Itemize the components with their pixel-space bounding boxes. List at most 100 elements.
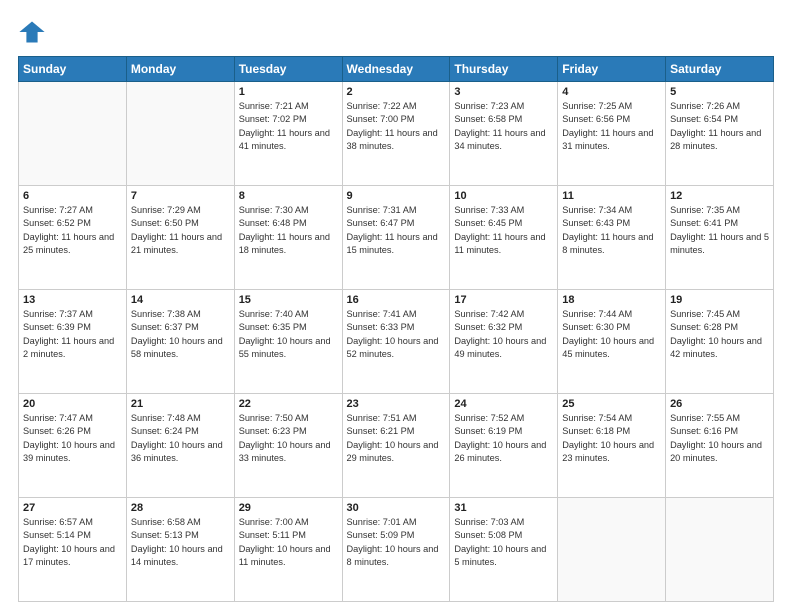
day-info: Sunrise: 7:21 AM Sunset: 7:02 PM Dayligh… (239, 100, 338, 153)
weekday-header-cell: Wednesday (342, 57, 450, 82)
day-number: 3 (454, 86, 553, 98)
day-info: Sunrise: 7:25 AM Sunset: 6:56 PM Dayligh… (562, 100, 661, 153)
day-number: 16 (347, 294, 446, 306)
day-info: Sunrise: 7:31 AM Sunset: 6:47 PM Dayligh… (347, 204, 446, 257)
weekday-header-cell: Tuesday (234, 57, 342, 82)
day-number: 7 (131, 190, 230, 202)
day-number: 14 (131, 294, 230, 306)
calendar-day-cell: 1Sunrise: 7:21 AM Sunset: 7:02 PM Daylig… (234, 82, 342, 186)
day-number: 27 (23, 502, 122, 514)
weekday-header-cell: Thursday (450, 57, 558, 82)
calendar-week-row: 27 Sunrise: 6:57 AM Sunset: 5:14 PM Dayli… (19, 498, 774, 602)
calendar-day-cell: 7 Sunrise: 7:29 AM Sunset: 6:50 PM Daylig… (126, 186, 234, 290)
day-number: 11 (562, 190, 661, 202)
calendar-day-cell: 24 Sunrise: 7:52 AM Sunset: 6:19 PM Dayli… (450, 394, 558, 498)
calendar-table: SundayMondayTuesdayWednesdayThursdayFrid… (18, 56, 774, 602)
calendar-day-cell: 8Sunrise: 7:30 AM Sunset: 6:48 PM Daylig… (234, 186, 342, 290)
day-info: Sunrise: 7:45 AM Sunset: 6:28 PM Dayligh… (670, 308, 769, 361)
day-info: Sunrise: 7:41 AM Sunset: 6:33 PM Dayligh… (347, 308, 446, 361)
calendar-week-row: 13 Sunrise: 7:37 AM Sunset: 6:39 PM Dayli… (19, 290, 774, 394)
day-info: Sunrise: 7:03 AM Sunset: 5:08 PM Dayligh… (454, 516, 553, 569)
day-info: Sunrise: 7:50 AM Sunset: 6:23 PM Dayligh… (239, 412, 338, 465)
calendar-day-cell: 5 Sunrise: 7:26 AM Sunset: 6:54 PM Daylig… (666, 82, 774, 186)
calendar-day-cell: 2 Sunrise: 7:22 AM Sunset: 7:00 PM Daylig… (342, 82, 450, 186)
calendar-day-cell: 26 Sunrise: 7:55 AM Sunset: 6:16 PM Dayli… (666, 394, 774, 498)
logo-icon (18, 18, 46, 46)
calendar-day-cell: 27 Sunrise: 6:57 AM Sunset: 5:14 PM Dayli… (19, 498, 127, 602)
day-info: Sunrise: 7:42 AM Sunset: 6:32 PM Dayligh… (454, 308, 553, 361)
calendar-day-cell: 11 Sunrise: 7:34 AM Sunset: 6:43 PM Dayli… (558, 186, 666, 290)
day-number: 23 (347, 398, 446, 410)
calendar-day-cell: 13 Sunrise: 7:37 AM Sunset: 6:39 PM Dayli… (19, 290, 127, 394)
day-info: Sunrise: 7:34 AM Sunset: 6:43 PM Dayligh… (562, 204, 661, 257)
day-number: 31 (454, 502, 553, 514)
day-info: Sunrise: 7:26 AM Sunset: 6:54 PM Dayligh… (670, 100, 769, 153)
day-number: 24 (454, 398, 553, 410)
day-info: Sunrise: 7:48 AM Sunset: 6:24 PM Dayligh… (131, 412, 230, 465)
day-number: 25 (562, 398, 661, 410)
calendar-day-cell: 9 Sunrise: 7:31 AM Sunset: 6:47 PM Daylig… (342, 186, 450, 290)
calendar-day-cell (666, 498, 774, 602)
calendar-day-cell (126, 82, 234, 186)
calendar-day-cell (19, 82, 127, 186)
day-info: Sunrise: 6:57 AM Sunset: 5:14 PM Dayligh… (23, 516, 122, 569)
day-info: Sunrise: 7:30 AM Sunset: 6:48 PM Dayligh… (239, 204, 338, 257)
day-info: Sunrise: 7:22 AM Sunset: 7:00 PM Dayligh… (347, 100, 446, 153)
day-number: 2 (347, 86, 446, 98)
calendar-day-cell: 20 Sunrise: 7:47 AM Sunset: 6:26 PM Dayli… (19, 394, 127, 498)
calendar-day-cell: 14 Sunrise: 7:38 AM Sunset: 6:37 PM Dayli… (126, 290, 234, 394)
calendar-day-cell: 15Sunrise: 7:40 AM Sunset: 6:35 PM Dayli… (234, 290, 342, 394)
weekday-header-cell: Monday (126, 57, 234, 82)
calendar-day-cell: 29 Sunrise: 7:00 AM Sunset: 5:11 PM Dayli… (234, 498, 342, 602)
day-number: 5 (670, 86, 769, 98)
calendar-day-cell: 19 Sunrise: 7:45 AM Sunset: 6:28 PM Dayli… (666, 290, 774, 394)
weekday-header-cell: Sunday (19, 57, 127, 82)
calendar-day-cell: 17Sunrise: 7:42 AM Sunset: 6:32 PM Dayli… (450, 290, 558, 394)
calendar-day-cell: 23Sunrise: 7:51 AM Sunset: 6:21 PM Dayli… (342, 394, 450, 498)
calendar-day-cell (558, 498, 666, 602)
day-number: 20 (23, 398, 122, 410)
calendar-day-cell: 22 Sunrise: 7:50 AM Sunset: 6:23 PM Dayli… (234, 394, 342, 498)
day-info: Sunrise: 7:35 AM Sunset: 6:41 PM Dayligh… (670, 204, 769, 257)
day-info: Sunrise: 7:44 AM Sunset: 6:30 PM Dayligh… (562, 308, 661, 361)
calendar-week-row: 20 Sunrise: 7:47 AM Sunset: 6:26 PM Dayli… (19, 394, 774, 498)
calendar-day-cell: 21Sunrise: 7:48 AM Sunset: 6:24 PM Dayli… (126, 394, 234, 498)
day-info: Sunrise: 7:54 AM Sunset: 6:18 PM Dayligh… (562, 412, 661, 465)
day-info: Sunrise: 7:33 AM Sunset: 6:45 PM Dayligh… (454, 204, 553, 257)
day-info: Sunrise: 7:37 AM Sunset: 6:39 PM Dayligh… (23, 308, 122, 361)
day-number: 9 (347, 190, 446, 202)
day-number: 15 (239, 294, 338, 306)
calendar-day-cell: 3Sunrise: 7:23 AM Sunset: 6:58 PM Daylig… (450, 82, 558, 186)
day-number: 12 (670, 190, 769, 202)
calendar-week-row: 6 Sunrise: 7:27 AM Sunset: 6:52 PM Daylig… (19, 186, 774, 290)
day-info: Sunrise: 7:55 AM Sunset: 6:16 PM Dayligh… (670, 412, 769, 465)
day-number: 26 (670, 398, 769, 410)
calendar-day-cell: 6 Sunrise: 7:27 AM Sunset: 6:52 PM Daylig… (19, 186, 127, 290)
day-number: 6 (23, 190, 122, 202)
day-info: Sunrise: 7:01 AM Sunset: 5:09 PM Dayligh… (347, 516, 446, 569)
day-number: 18 (562, 294, 661, 306)
day-number: 29 (239, 502, 338, 514)
day-info: Sunrise: 7:27 AM Sunset: 6:52 PM Dayligh… (23, 204, 122, 257)
day-info: Sunrise: 6:58 AM Sunset: 5:13 PM Dayligh… (131, 516, 230, 569)
day-number: 28 (131, 502, 230, 514)
day-number: 13 (23, 294, 122, 306)
day-number: 19 (670, 294, 769, 306)
calendar-day-cell: 25 Sunrise: 7:54 AM Sunset: 6:18 PM Dayli… (558, 394, 666, 498)
day-info: Sunrise: 7:52 AM Sunset: 6:19 PM Dayligh… (454, 412, 553, 465)
calendar-week-row: 1Sunrise: 7:21 AM Sunset: 7:02 PM Daylig… (19, 82, 774, 186)
calendar-day-cell: 12 Sunrise: 7:35 AM Sunset: 6:41 PM Dayli… (666, 186, 774, 290)
calendar-day-cell: 16 Sunrise: 7:41 AM Sunset: 6:33 PM Dayli… (342, 290, 450, 394)
calendar-day-cell: 28 Sunrise: 6:58 AM Sunset: 5:13 PM Dayli… (126, 498, 234, 602)
day-info: Sunrise: 7:38 AM Sunset: 6:37 PM Dayligh… (131, 308, 230, 361)
weekday-header-cell: Friday (558, 57, 666, 82)
calendar-day-cell: 10Sunrise: 7:33 AM Sunset: 6:45 PM Dayli… (450, 186, 558, 290)
day-info: Sunrise: 7:00 AM Sunset: 5:11 PM Dayligh… (239, 516, 338, 569)
day-number: 30 (347, 502, 446, 514)
header (18, 18, 774, 46)
weekday-header-cell: Saturday (666, 57, 774, 82)
weekday-header-row: SundayMondayTuesdayWednesdayThursdayFrid… (19, 57, 774, 82)
day-number: 22 (239, 398, 338, 410)
day-info: Sunrise: 7:29 AM Sunset: 6:50 PM Dayligh… (131, 204, 230, 257)
day-info: Sunrise: 7:47 AM Sunset: 6:26 PM Dayligh… (23, 412, 122, 465)
